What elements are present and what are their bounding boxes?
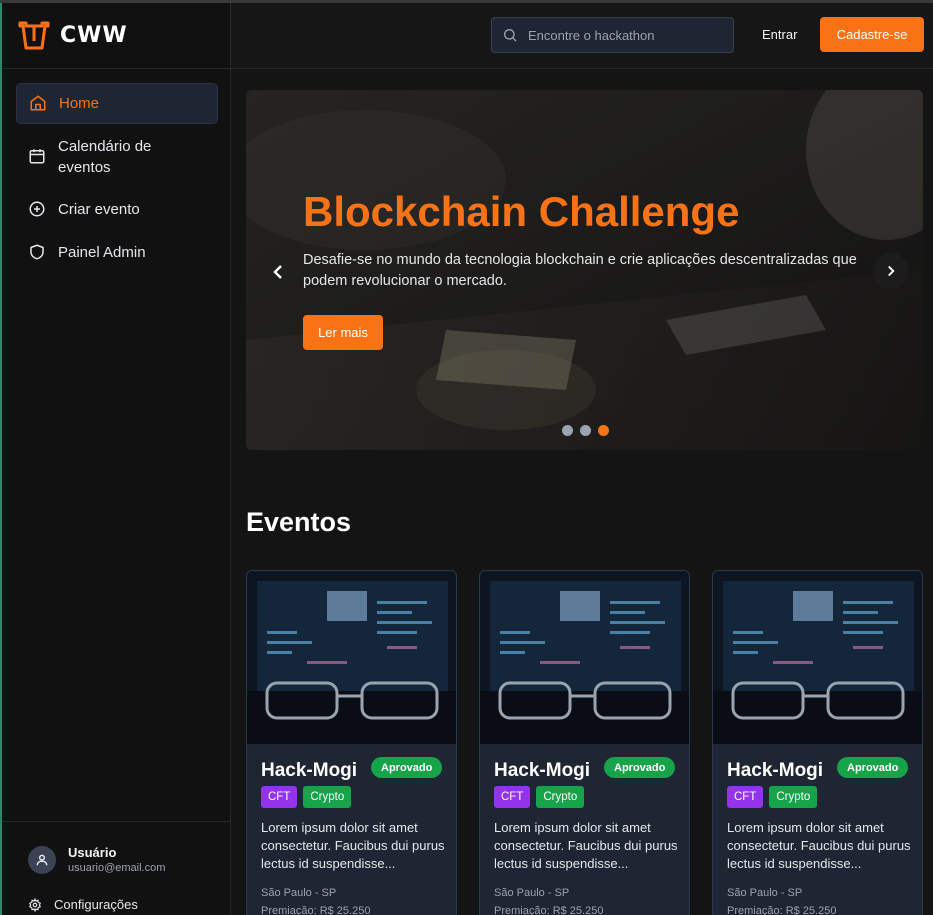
carousel-dot[interactable] — [562, 425, 573, 436]
event-card[interactable]: Hack-Mogi Aprovado CFT Crypto Lorem ipsu… — [712, 570, 923, 915]
event-title: Hack-Mogi — [261, 760, 358, 781]
settings-link[interactable]: Configurações — [28, 897, 138, 912]
event-description: Lorem ipsum dolor sit amet consectetur. … — [261, 820, 445, 871]
plus-circle-icon — [29, 201, 45, 217]
carousel-dot[interactable] — [580, 425, 591, 436]
user-info: Usuário usuario@email.com — [68, 845, 165, 874]
cup-logo-icon — [18, 21, 50, 50]
sidebar-item-create-event[interactable]: Criar evento — [16, 190, 218, 229]
user-name: Usuário — [68, 845, 117, 860]
hero-carousel: Blockchain Challenge Desafie-se no mundo… — [246, 90, 923, 450]
event-description: Lorem ipsum dolor sit amet consectetur. … — [494, 820, 678, 871]
signup-button[interactable]: Cadastre-se — [820, 17, 924, 52]
brand-logo[interactable]: CWW — [16, 16, 128, 54]
tag: CFT — [261, 786, 298, 808]
event-location: São Paulo - SP — [261, 887, 337, 899]
login-link[interactable]: Entrar — [762, 27, 797, 42]
status-badge: Aprovado — [371, 757, 443, 778]
calendar-icon — [29, 149, 45, 164]
sidebar-item-calendar[interactable]: Calendário de eventos — [16, 128, 218, 186]
home-icon — [30, 95, 46, 111]
sidebar-item-admin[interactable]: Painel Admin — [16, 233, 218, 272]
sidebar-item-home[interactable]: Home — [16, 83, 218, 124]
carousel-next-button[interactable] — [873, 253, 909, 289]
search-input[interactable] — [528, 27, 718, 43]
status-badge: Aprovado — [604, 757, 676, 778]
tag: Crypto — [769, 786, 818, 808]
chevron-right-icon — [888, 265, 895, 277]
event-prize: Premiação: R$ 25.250 — [727, 905, 837, 915]
gear-icon — [28, 897, 42, 912]
sidebar-divider — [2, 68, 231, 69]
sidebar-nav: Home Calendário de eventos Criar evento … — [16, 83, 218, 276]
top-border — [0, 0, 933, 3]
hero-subtitle: Desafie-se no mundo da tecnologia blockc… — [303, 252, 857, 289]
sidebar-item-label: Home — [59, 95, 100, 112]
event-prize: Premiação: R$ 25.250 — [494, 905, 604, 915]
tag: Crypto — [536, 786, 585, 808]
carousel-dot-active[interactable] — [598, 425, 609, 436]
event-title: Hack-Mogi — [494, 760, 591, 781]
event-card[interactable]: Hack-Mogi Aprovado CFT Crypto Lorem ipsu… — [479, 570, 690, 915]
tag-list: CFT Crypto — [494, 786, 585, 808]
event-prize: Premiação: R$ 25.250 — [261, 905, 371, 915]
app-root: CWW Home Calendário de eventos Criar eve… — [0, 0, 933, 915]
event-location: São Paulo - SP — [494, 887, 570, 899]
read-more-button[interactable]: Ler mais — [303, 315, 383, 350]
user-profile[interactable]: Usuário usuario@email.com — [28, 845, 165, 874]
event-location: São Paulo - SP — [727, 887, 803, 899]
event-title: Hack-Mogi — [727, 760, 824, 781]
shield-icon — [30, 244, 44, 260]
event-image — [713, 571, 922, 744]
user-icon — [36, 854, 48, 865]
tag: CFT — [727, 786, 764, 808]
hero-title: Blockchain Challenge — [303, 188, 740, 235]
avatar — [28, 845, 56, 874]
carousel-indicators — [562, 425, 609, 436]
status-badge: Aprovado — [837, 757, 909, 778]
events-section-title: Eventos — [246, 507, 352, 537]
event-card[interactable]: Hack-Mogi Aprovado CFT Crypto Lorem ipsu… — [246, 570, 457, 915]
tag: CFT — [494, 786, 531, 808]
sidebar-divider — [2, 821, 231, 822]
sidebar-item-label: Criar evento — [58, 201, 140, 218]
top-bar: Entrar Cadastre-se — [231, 3, 933, 69]
event-image — [247, 571, 456, 744]
settings-label: Configurações — [54, 897, 138, 912]
event-image — [480, 571, 689, 744]
sidebar: CWW Home Calendário de eventos Criar eve… — [0, 0, 231, 915]
event-description: Lorem ipsum dolor sit amet consectetur. … — [727, 820, 911, 871]
search-icon — [504, 29, 517, 42]
tag-list: CFT Crypto — [261, 786, 352, 808]
search-box[interactable] — [491, 17, 734, 53]
sidebar-item-label: Calendário de eventos — [58, 138, 152, 176]
brand-name: CWW — [60, 22, 128, 48]
chevron-left-icon[interactable] — [266, 260, 290, 284]
tag-list: CFT Crypto — [727, 786, 818, 808]
tag: Crypto — [303, 786, 352, 808]
sidebar-item-label: Painel Admin — [58, 244, 146, 261]
user-email: usuario@email.com — [68, 862, 166, 874]
